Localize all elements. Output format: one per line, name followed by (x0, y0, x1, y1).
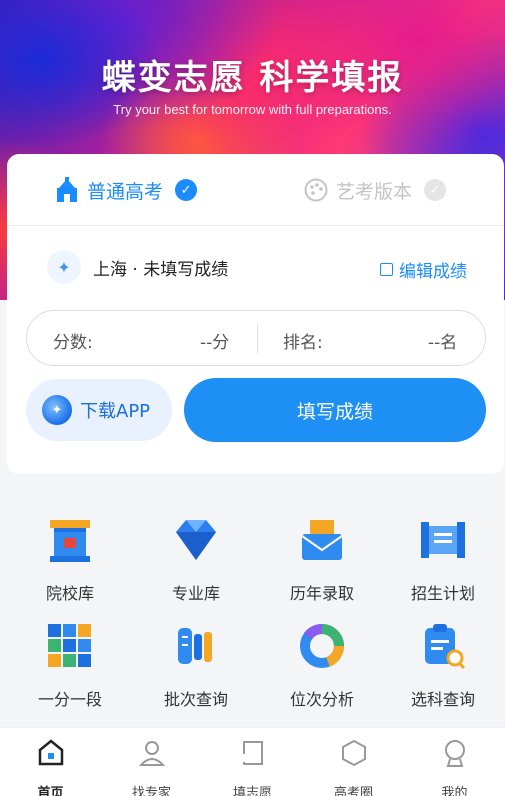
feature-label: 位次分析 (289, 690, 354, 709)
nav-label: 我的 (441, 786, 468, 796)
location-row: ✦ 上海 · 未填写成绩 编辑成绩 (47, 250, 467, 284)
nav-find-expert[interactable]: 找专家 (101, 738, 202, 796)
clipboard-search-icon (425, 624, 466, 670)
feature-major-library[interactable]: 专业库 (133, 516, 259, 604)
rank-label: 排名: (283, 333, 323, 353)
university-icon (50, 520, 90, 562)
location-status: 上海 · 未填写成绩 (93, 259, 229, 280)
feature-rank-analysis[interactable]: 位次分析 (259, 622, 385, 710)
tab-label: 艺考版本 (336, 180, 413, 203)
tab-art-exam[interactable]: 艺考版本 ✓ (304, 174, 447, 206)
nav-label: 首页 (37, 786, 64, 796)
feature-label: 招生计划 (410, 584, 475, 603)
feature-past-admissions[interactable]: 历年录取 (259, 516, 385, 604)
nav-exam-circle[interactable]: 高考圈 (303, 738, 404, 796)
edit-icon (380, 263, 393, 276)
mail-icon (301, 520, 343, 560)
exam-type-tabs: 普通高考 ✓ 艺考版本 ✓ (7, 154, 504, 226)
feature-label: 批次查询 (163, 690, 228, 709)
nav-home[interactable]: 首页 (0, 738, 101, 796)
expert-icon (138, 741, 165, 766)
palette-icon (304, 178, 328, 202)
home-icon (38, 739, 63, 766)
bottom-nav: 首页 找专家 填志愿 高考圈 我的 (0, 727, 505, 796)
feature-label: 专业库 (171, 584, 220, 603)
download-app-button[interactable]: ✦ 下载APP (26, 379, 172, 441)
batch-icon (178, 628, 212, 664)
nav-label: 高考圈 (333, 786, 373, 796)
feature-label: 选科查询 (410, 690, 475, 709)
app-logo-icon: ✦ (42, 395, 72, 425)
hexagon-icon (341, 739, 366, 767)
nav-label: 填志愿 (232, 786, 272, 796)
download-label: 下载APP (80, 401, 151, 422)
rank-value: --名 (428, 333, 458, 353)
feature-label: 一分一段 (37, 690, 102, 709)
feature-university-library[interactable]: 院校库 (7, 516, 133, 604)
feature-label: 历年录取 (289, 584, 354, 603)
school-icon (57, 177, 77, 202)
donut-chart-icon (300, 624, 345, 668)
butterfly-icon: ✦ (47, 250, 81, 284)
divider (257, 325, 258, 353)
score-rank-box[interactable]: 分数: --分 排名: --名 (26, 310, 486, 366)
grid-icon (48, 624, 91, 667)
score-label: 分数: (53, 333, 93, 353)
scroll-icon (421, 522, 465, 558)
nav-fill-application[interactable]: 填志愿 (202, 738, 303, 796)
nav-label: 找专家 (131, 786, 171, 796)
feature-subject-query[interactable]: 选科查询 (380, 622, 505, 710)
edit-label: 编辑成绩 (399, 262, 467, 282)
hero-title: 蝶变志愿 科学填报 (101, 58, 404, 98)
edit-score-button[interactable]: 编辑成绩 (380, 257, 467, 282)
feature-label: 院校库 (45, 584, 94, 603)
check-icon: ✓ (424, 179, 447, 201)
feature-batch-query[interactable]: 批次查询 (133, 622, 259, 710)
score-value: --分 (200, 333, 230, 353)
form-icon (242, 741, 263, 765)
feature-score-segments[interactable]: 一分一段 (7, 622, 133, 710)
diamond-icon (176, 520, 216, 560)
feature-enrollment-plan[interactable]: 招生计划 (380, 516, 505, 604)
tab-general-exam[interactable]: 普通高考 ✓ (55, 174, 198, 206)
hero-subtitle: Try your best for tomorrow with full pre… (113, 102, 392, 117)
fill-score-button[interactable]: 填写成绩 (184, 378, 486, 442)
profile-icon (444, 740, 465, 767)
check-icon: ✓ (175, 179, 198, 201)
score-card: 普通高考 ✓ 艺考版本 ✓ ✦ 上海 · 未填写成绩 编辑成绩 分数: --分 … (7, 154, 504, 474)
tab-label: 普通高考 (87, 180, 164, 203)
nav-profile[interactable]: 我的 (404, 738, 505, 796)
